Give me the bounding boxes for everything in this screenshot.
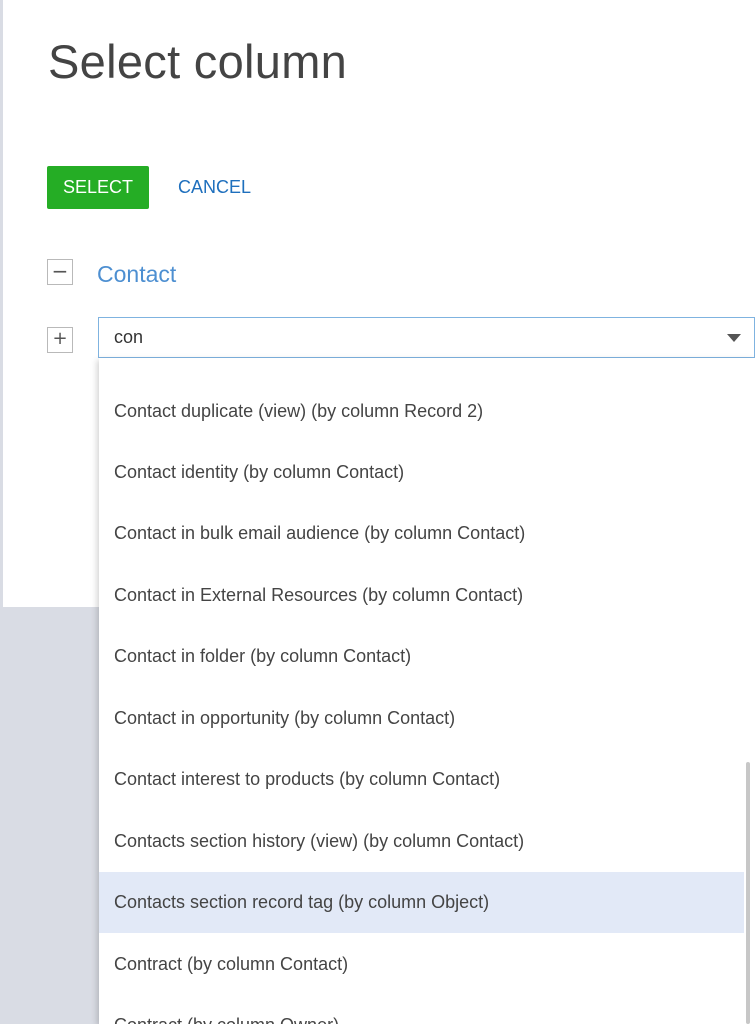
expand-add-button[interactable]: +: [47, 327, 73, 353]
dropdown-item-selected[interactable]: Contacts section record tag (by column O…: [99, 872, 744, 933]
search-input[interactable]: con: [114, 318, 143, 357]
group-label-contact: Contact: [97, 261, 177, 287]
dropdown-scrollbar[interactable]: [746, 762, 750, 1024]
dropdown-item[interactable]: Contact in opportunity (by column Contac…: [99, 688, 744, 749]
column-search-combobox[interactable]: con: [98, 317, 755, 358]
dropdown-item[interactable]: Contact duplicate (view) (by column Reco…: [99, 381, 744, 442]
select-button[interactable]: SELECT: [47, 166, 149, 209]
dialog-title: Select column: [48, 35, 348, 88]
dropdown-item[interactable]: Contact in bulk email audience (by colum…: [99, 503, 744, 564]
dropdown-item[interactable]: Contract (by column Owner): [99, 995, 744, 1024]
dropdown-item[interactable]: Contact in External Resources (by column…: [99, 565, 744, 626]
column-dropdown-list[interactable]: Contact duplicate (view) (by column Reco…: [99, 358, 755, 1024]
dropdown-item[interactable]: Contacts section history (view) (by colu…: [99, 811, 744, 872]
cancel-button[interactable]: CANCEL: [178, 166, 251, 209]
dropdown-item[interactable]: Contract (by column Contact): [99, 934, 744, 995]
chevron-down-icon[interactable]: [727, 334, 741, 342]
dropdown-item[interactable]: Contact in folder (by column Contact): [99, 626, 744, 687]
dropdown-item[interactable]: Contact identity (by column Contact): [99, 442, 744, 503]
dropdown-item[interactable]: Contact interest to products (by column …: [99, 749, 744, 810]
collapse-group-button[interactable]: −: [47, 259, 73, 285]
